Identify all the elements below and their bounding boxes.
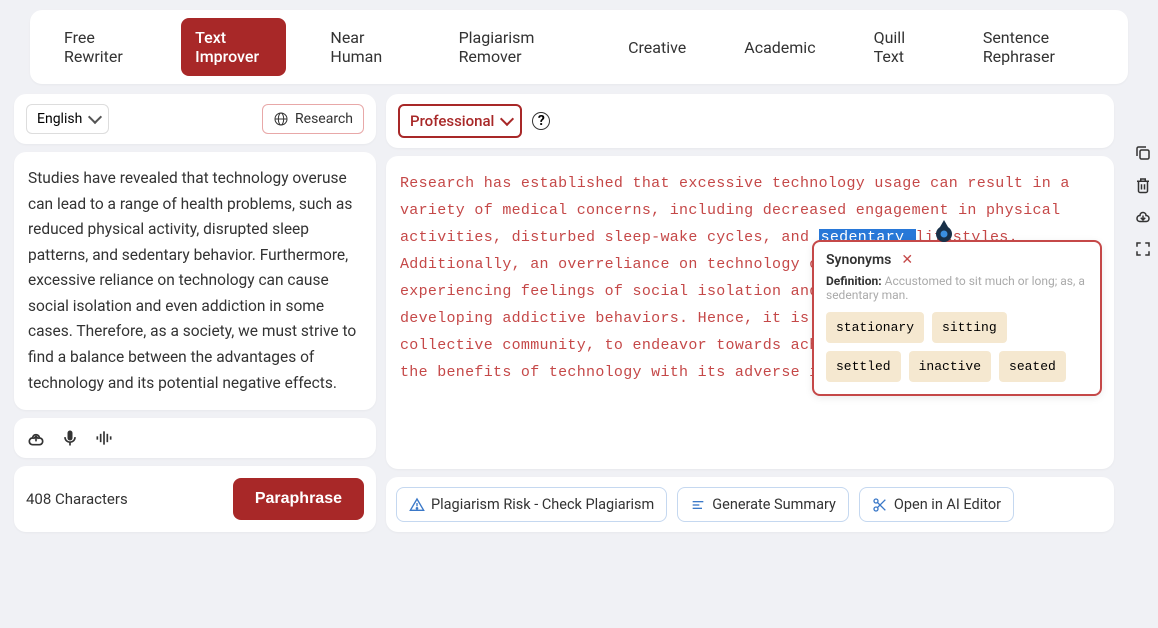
left-controls: English Research <box>14 94 376 144</box>
input-toolbar <box>14 418 376 458</box>
upload-icon[interactable] <box>26 428 46 448</box>
synonym-chip[interactable]: stationary <box>826 312 924 343</box>
left-footer: 408 Characters Paraphrase <box>14 466 376 532</box>
synonym-chip[interactable]: seated <box>999 351 1066 382</box>
audio-wave-icon[interactable] <box>94 428 114 448</box>
tab-academic[interactable]: Academic <box>730 28 829 67</box>
tab-creative[interactable]: Creative <box>614 28 700 67</box>
synonym-close-icon[interactable]: ✕ <box>901 252 913 268</box>
tab-free-rewriter[interactable]: Free Rewriter <box>50 18 151 76</box>
open-ai-editor-button[interactable]: Open in AI Editor <box>859 487 1014 522</box>
tab-quill-text[interactable]: Quill Text <box>860 18 939 76</box>
scissors-icon <box>872 497 888 513</box>
popup-pointer-icon <box>930 220 958 248</box>
research-button[interactable]: Research <box>262 104 364 134</box>
right-controls: Professional ? <box>386 94 1114 148</box>
tab-sentence-rephraser[interactable]: Sentence Rephraser <box>969 18 1108 76</box>
language-dropdown[interactable]: English <box>26 104 109 134</box>
synonym-chip[interactable]: sitting <box>932 312 1007 343</box>
synonym-definition: Definition: Accustomed to sit much or lo… <box>826 274 1088 302</box>
plagiarism-check-button[interactable]: Plagiarism Risk - Check Plagiarism <box>396 487 667 522</box>
globe-icon <box>273 111 289 127</box>
generate-summary-button[interactable]: Generate Summary <box>677 487 849 522</box>
char-count: 408 Characters <box>26 490 128 508</box>
output-footer: Plagiarism Risk - Check Plagiarism Gener… <box>386 477 1114 532</box>
summary-icon <box>690 497 706 513</box>
fullscreen-icon[interactable] <box>1134 240 1152 258</box>
warning-icon <box>409 497 425 513</box>
synonym-title: Synonyms <box>826 252 891 268</box>
tab-near-human[interactable]: Near Human <box>316 18 414 76</box>
input-text: Studies have revealed that technology ov… <box>28 166 362 396</box>
synonym-chip[interactable]: inactive <box>909 351 991 382</box>
help-icon[interactable]: ? <box>532 112 550 130</box>
tone-dropdown[interactable]: Professional <box>398 104 522 138</box>
paraphrase-button[interactable]: Paraphrase <box>233 478 364 520</box>
side-toolbar <box>1128 144 1158 258</box>
tab-text-improver[interactable]: Text Improver <box>181 18 286 76</box>
download-icon[interactable] <box>1134 208 1152 226</box>
synonym-chips: stationary sitting settled inactive seat… <box>826 312 1088 382</box>
delete-icon[interactable] <box>1134 176 1152 194</box>
synonym-popup: Synonyms ✕ Definition: Accustomed to sit… <box>812 240 1102 396</box>
synonym-chip[interactable]: settled <box>826 351 901 382</box>
copy-icon[interactable] <box>1134 144 1152 162</box>
mode-tabs: Free Rewriter Text Improver Near Human P… <box>30 10 1128 84</box>
microphone-icon[interactable] <box>60 428 80 448</box>
input-panel[interactable]: Studies have revealed that technology ov… <box>14 152 376 410</box>
research-label: Research <box>295 111 353 127</box>
tab-plagiarism-remover[interactable]: Plagiarism Remover <box>445 18 585 76</box>
